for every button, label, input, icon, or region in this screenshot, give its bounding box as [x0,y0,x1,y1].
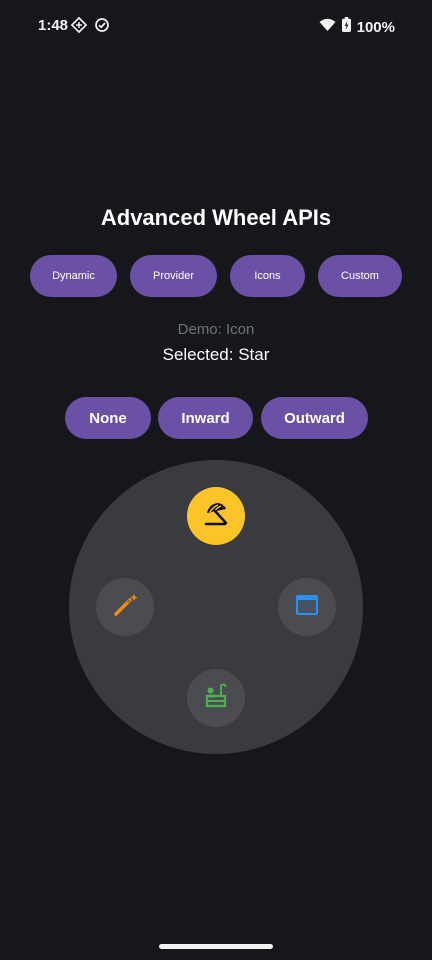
beach-umbrella-icon [201,499,231,534]
web-browser-icon [293,591,321,624]
wheel-item-right[interactable] [278,578,336,636]
status-bar: 1:48 100% [0,0,432,54]
page-title: Advanced Wheel APIs [100,205,332,230]
magic-wand-icon [110,590,140,625]
demo-selector: Dynamic Provider Icons Custom [0,255,432,297]
outward-button[interactable]: Outward [261,397,368,439]
wifi-icon [319,18,336,37]
bathtub-icon [201,681,231,716]
home-indicator[interactable] [159,944,273,949]
battery-percentage: 100% [356,18,395,36]
status-right: 100% [319,17,395,37]
selected-label: Selected: Star [162,345,270,364]
icon-wheel[interactable] [69,460,363,754]
app-notification-icon [70,16,89,35]
custom-button[interactable]: Custom [318,255,402,297]
direction-selector: None Inward Outward [0,397,432,439]
wheel-item-left[interactable] [96,578,154,636]
dynamic-button[interactable]: Dynamic [30,255,117,297]
demo-label: Demo: Icon [177,321,255,338]
status-time: 1:48 [38,17,69,34]
none-button[interactable]: None [65,397,151,439]
inward-button[interactable]: Inward [158,397,253,439]
wheel-item-top[interactable] [187,487,245,545]
icons-button[interactable]: Icons [230,255,305,297]
check-circle-icon [94,17,112,35]
wheel-item-bottom[interactable] [187,669,245,727]
battery-icon [341,17,351,37]
provider-button[interactable]: Provider [130,255,217,297]
